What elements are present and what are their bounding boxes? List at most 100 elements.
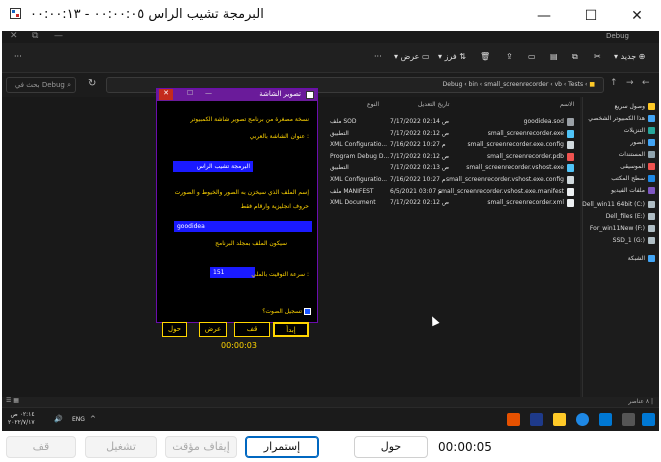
up-arrow-icon[interactable]: ↑ [610, 78, 618, 88]
store-icon[interactable] [599, 413, 612, 426]
nav-item[interactable]: الصور [630, 139, 655, 146]
new-label: جديد [620, 52, 637, 61]
nav-item[interactable]: الموسيقى [620, 163, 655, 170]
file-icon [567, 152, 574, 161]
tray-chevron-icon[interactable]: ^ [90, 415, 96, 423]
cut-icon[interactable]: ✂ [594, 52, 601, 61]
nav-item[interactable]: ملفات الفيديو [611, 187, 655, 194]
file-row[interactable]: small_screenrecorder.exe 7/17/2022 02:12 … [302, 129, 578, 140]
share-icon[interactable]: ⇪ [506, 52, 513, 61]
nav-item[interactable]: سطح المكتب [611, 175, 655, 182]
app-icon-recorder[interactable] [507, 413, 520, 426]
close-tab-icon[interactable]: ✕ [10, 31, 18, 41]
new-menu[interactable]: ▾ جديد ⊕ [614, 52, 645, 61]
stop-control-button[interactable]: قف [6, 436, 76, 458]
play-button[interactable]: تشغيل [85, 436, 157, 458]
stop-button[interactable]: قف [234, 322, 270, 337]
forward-arrow-icon[interactable]: → [626, 78, 634, 88]
copy-icon[interactable]: ⧉ [572, 52, 578, 62]
volume-icon[interactable]: 🔊 [54, 415, 63, 423]
window-title-label: عنوان الشاشة بالعربي : [249, 133, 309, 140]
minimize-button[interactable]: — [521, 0, 567, 31]
record-audio-row[interactable]: تسجيل الصوت؟ [262, 308, 311, 315]
breadcrumb-item[interactable]: Tests [568, 81, 583, 88]
app-icon [10, 8, 21, 19]
minimize-icon[interactable]: — [54, 31, 63, 41]
sort-menu[interactable]: ▾ فرز ⇅ [438, 52, 466, 61]
file-icon [567, 129, 574, 138]
column-type[interactable]: النوع [367, 101, 379, 108]
file-row[interactable]: small_screenrecorder.vshost.exe.manifest… [302, 187, 578, 198]
pause-button[interactable]: إيقاف مؤقت [165, 436, 237, 458]
search-box[interactable]: بحث في Debug ⌕ [6, 77, 76, 93]
back-arrow-icon[interactable]: ← [642, 78, 650, 88]
window-title: البرمجة تشيب الراس ٠٠:٠٠:٠٥ - ٠٠:٠٠:١٣ [30, 7, 264, 22]
column-name[interactable]: الاسم [560, 101, 574, 108]
dialog-timer: 00:00:03 [221, 341, 257, 350]
breadcrumb-item[interactable]: vb [555, 81, 562, 88]
maximize-button[interactable]: ☐ [568, 0, 614, 31]
about-button[interactable]: حول [162, 322, 187, 337]
nav-item-icon [648, 175, 655, 182]
close-button[interactable]: ✕ [614, 0, 660, 31]
nav-item-label: SSD_1 (G:) [612, 237, 645, 244]
start-icon[interactable] [642, 413, 655, 426]
dialog-maximize-icon[interactable]: ☐ [187, 89, 193, 97]
navigation-pane: وصول سريع هذا الكمبيوتر الشخصي التنزيلات ال… [582, 97, 659, 397]
column-modified[interactable]: تاريخ التعديل [418, 101, 449, 108]
app-icon-vs[interactable] [530, 413, 543, 426]
nav-item-label: Dell_files (E:) [605, 213, 645, 220]
nav-item-label: الموسيقى [620, 163, 645, 170]
nav-item[interactable]: وصول سريع [614, 103, 655, 110]
language-indicator[interactable]: ENG [72, 416, 85, 423]
start-button[interactable]: إبدأ [273, 322, 309, 337]
interval-label: سرعة التوقيت بالملي : [251, 271, 309, 278]
file-row[interactable]: small_screenrecorder.vshost.exe.config 7/… [302, 175, 578, 186]
nav-item[interactable]: المستندات [619, 151, 655, 158]
breadcrumb-item[interactable]: small_screenrecorder [484, 81, 548, 88]
record-audio-checkbox[interactable] [304, 308, 311, 315]
nav-item[interactable]: Dell_win11 64bit (C:) [582, 201, 655, 208]
view-menu[interactable]: ▾ عرض ▭ [394, 52, 430, 61]
delete-icon[interactable]: 🗑 [480, 52, 490, 61]
task-view-icon[interactable] [622, 413, 635, 426]
refresh-icon[interactable]: ↻ [88, 78, 96, 89]
file-name-input[interactable]: goodidea [174, 221, 312, 232]
show-button[interactable]: عرض [199, 322, 227, 337]
dialog-close-icon[interactable]: ✕ [159, 89, 173, 100]
paste-icon[interactable]: ▤ [550, 52, 558, 61]
interval-input[interactable]: 151 [210, 267, 255, 278]
nav-item[interactable]: هذا الكمبيوتر الشخصي [588, 115, 655, 122]
dialog-minimize-icon[interactable]: — [205, 89, 212, 97]
file-row[interactable]: small_screenrecorder.xml 7/17/2022 02:12 … [302, 198, 578, 209]
nav-item[interactable]: التنزيلات [624, 127, 655, 134]
file-row[interactable]: small_screenrecorder.exe.config 7/16/2022… [302, 140, 578, 151]
file-name: small_screenrecorder.vshost.exe.manifest [438, 187, 564, 195]
edge-icon[interactable] [576, 413, 589, 426]
nav-item-icon [648, 213, 655, 220]
recording-preview: ✕ ⧉ — Debug ··· ··· ▾ عرض ▭ ▾ فرز ⇅ 🗑 ⇪ … [2, 31, 659, 431]
breadcrumb-item[interactable]: Debug [443, 81, 463, 88]
file-row[interactable]: small_screenrecorder.vshost.exe 7/17/2022… [302, 163, 578, 174]
breadcrumb-item[interactable]: bin [469, 81, 478, 88]
more-icon[interactable]: ··· [14, 52, 22, 61]
file-row[interactable]: goodidea.sod 7/17/2022 02:14 ص ملف SOD [302, 117, 578, 128]
nav-item[interactable]: Dell_files (E:) [606, 213, 655, 220]
details-view-icon[interactable]: ☰ ▦ [6, 397, 19, 404]
rename-icon[interactable]: ▭ [528, 52, 536, 61]
file-row[interactable]: small_screenrecorder.pdb 7/17/2022 02:12 … [302, 152, 578, 163]
resume-button[interactable]: إستمرار [245, 436, 319, 458]
file-type: التطبيق [330, 164, 349, 172]
nav-item[interactable]: الشبكة [628, 255, 655, 262]
about-control-button[interactable]: حول [354, 436, 428, 458]
more-options-icon[interactable]: ··· [374, 52, 382, 61]
file-date: 7/17/2022 02:13 ص [390, 164, 450, 172]
window-title-input[interactable]: البرمجة تشيب الراس [173, 161, 253, 172]
nav-item[interactable]: SSD_1 (G:) [613, 237, 655, 244]
taskbar-clock[interactable]: ٠٢:١٤ ص ٢٠٢٢/٧/١٧ [8, 411, 35, 427]
restore-icon[interactable]: ⧉ [32, 31, 38, 41]
nav-item-label: الصور [630, 139, 645, 146]
nav-item[interactable]: For_win11New (F:) [590, 225, 655, 232]
file-explorer-icon[interactable] [553, 413, 566, 426]
file-type: XML Configuratio... [330, 176, 388, 183]
